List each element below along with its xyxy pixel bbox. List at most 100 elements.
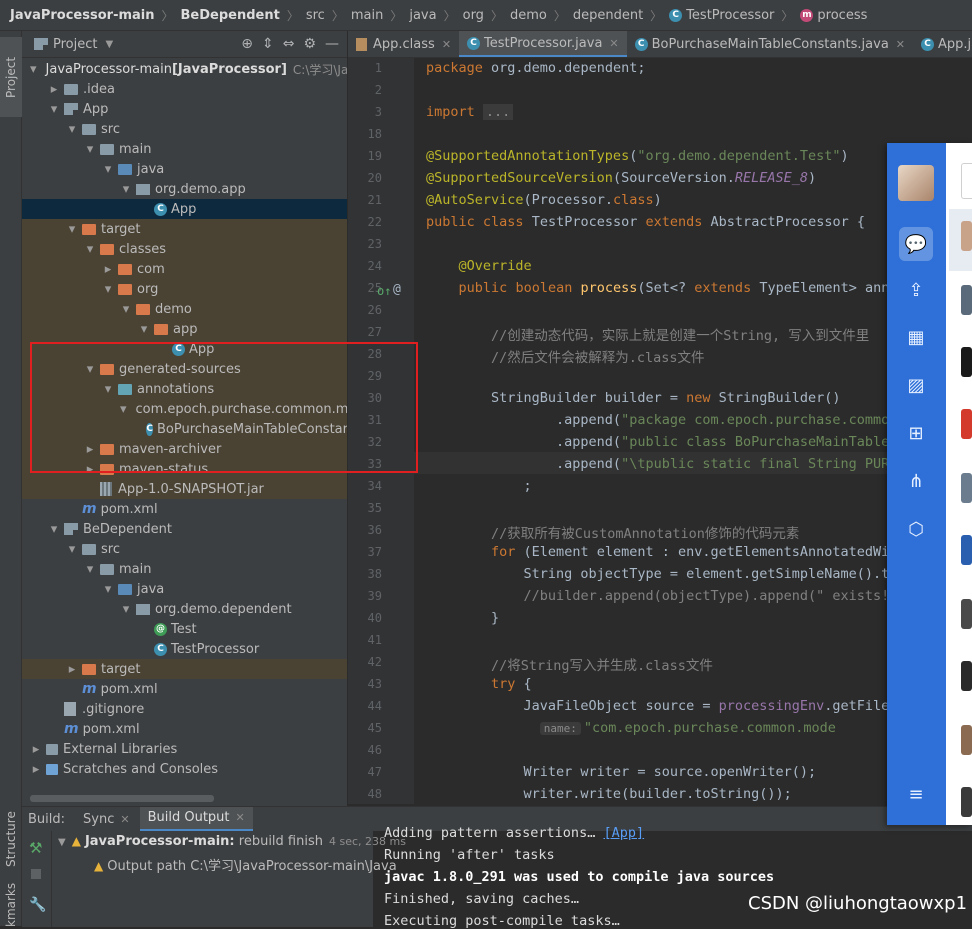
code-line[interactable]: try {: [426, 676, 532, 692]
close-icon[interactable]: ✕: [609, 37, 618, 50]
chevron-down-icon[interactable]: ▾: [84, 142, 96, 157]
chat-avatar[interactable]: [961, 787, 972, 817]
breadcrumb-item[interactable]: BeDependent: [181, 8, 280, 23]
chevron-right-icon[interactable]: ▸: [66, 662, 78, 677]
gear-icon[interactable]: ⚙: [303, 36, 316, 52]
tree-node[interactable]: ▾ target: [22, 219, 347, 239]
tree-node[interactable]: ▾ java: [22, 579, 347, 599]
code-line[interactable]: JavaFileObject source = processingEnv.ge…: [426, 698, 898, 714]
tab-testprocessor-java[interactable]: C TestProcessor.java ✕: [459, 31, 627, 57]
chevron-down-icon[interactable]: ▾: [120, 602, 132, 617]
tab-sync[interactable]: Sync: [83, 812, 114, 827]
tree-node[interactable]: ▸ Scratches and Consoles: [22, 759, 347, 779]
code-line[interactable]: //创建动态代码，实际上就是创建一个String, 写入到文件里: [426, 324, 869, 344]
project-panel-title[interactable]: Project: [53, 37, 97, 52]
chevron-down-icon[interactable]: ▾: [84, 562, 96, 577]
build-task-row[interactable]: ▼ ▲ JavaProcessor-main: rebuild finish 4 se…: [58, 834, 406, 849]
chat-avatar[interactable]: [961, 661, 972, 691]
stop-icon[interactable]: [31, 869, 41, 879]
output-path-row[interactable]: ▲ Output path C:\学习\JavaProcessor-main\Ja…: [94, 855, 397, 874]
chat-avatar[interactable]: [961, 725, 972, 755]
breadcrumb-item[interactable]: C TestProcessor: [669, 8, 774, 23]
breadcrumb-item[interactable]: demo: [510, 8, 547, 23]
chevron-down-icon[interactable]: ▾: [120, 302, 132, 317]
breadcrumb-item[interactable]: org: [463, 8, 484, 23]
avatar[interactable]: [898, 165, 934, 201]
chevron-right-icon[interactable]: ▸: [30, 742, 42, 757]
breadcrumb-item[interactable]: src: [306, 8, 325, 23]
collapse-all-icon[interactable]: ⇔: [283, 36, 295, 52]
chevron-down-icon[interactable]: ▾: [48, 522, 60, 537]
chevron-down-icon[interactable]: ▾: [102, 582, 114, 597]
chat-avatar[interactable]: [961, 473, 972, 503]
project-tool-tab[interactable]: Project: [0, 37, 22, 117]
close-icon[interactable]: ✕: [896, 38, 905, 51]
minimize-icon[interactable]: —: [325, 36, 339, 52]
chat-avatar[interactable]: [961, 599, 972, 629]
tree-node[interactable]: ▾ main: [22, 139, 347, 159]
tree-node[interactable]: ▾ demo: [22, 299, 347, 319]
horizontal-scrollbar[interactable]: [30, 795, 214, 802]
tree-node[interactable]: ▸ target: [22, 659, 347, 679]
tree-node[interactable]: ▸ .idea: [22, 79, 347, 99]
chevron-down-icon[interactable]: ▾: [120, 182, 132, 197]
code-line[interactable]: //builder.append(objectType).append(" ex…: [426, 588, 898, 604]
code-line[interactable]: import ...: [426, 104, 514, 120]
tree-node[interactable]: ▾ classes: [22, 239, 347, 259]
code-line[interactable]: @Override: [426, 258, 532, 274]
chevron-down-icon[interactable]: ▾: [66, 122, 78, 137]
tree-node[interactable]: C TestProcessor: [22, 639, 347, 659]
chevron-right-icon[interactable]: ▸: [30, 762, 42, 777]
override-marker-icon[interactable]: o↑: [377, 284, 391, 298]
code-editor[interactable]: 1 2 3 18 19 20 21 22 23 24 25 26 27 28 29 30 31 32 33 34 35 3…: [348, 58, 972, 804]
chat-avatar[interactable]: [961, 285, 972, 315]
chevron-down-icon[interactable]: ▾: [48, 102, 60, 117]
tab-build-output[interactable]: Build Output ✕: [139, 807, 253, 831]
tree-node[interactable]: ▾ BeDependent: [22, 519, 347, 539]
code-line[interactable]: .append("public class BoPurchaseMainTabl…: [426, 434, 897, 450]
tree-node[interactable]: ▾ java: [22, 159, 347, 179]
tree-node[interactable]: ▾ src: [22, 539, 347, 559]
code-line[interactable]: //将String写入并生成.class文件: [426, 654, 713, 674]
code-line[interactable]: //然后文件会被解释为.class文件: [426, 346, 705, 366]
code-line[interactable]: public class TestProcessor extends Abstr…: [426, 214, 865, 230]
code-line[interactable]: .append("package com.epoch.purchase.comm…: [426, 412, 897, 428]
image-icon[interactable]: ▨: [903, 372, 929, 398]
chevron-down-icon[interactable]: ▾: [84, 242, 96, 257]
tree-node[interactable]: ▾ JavaProcessor-main [JavaProcessor] C:\学习…: [22, 59, 347, 79]
breadcrumb-item[interactable]: main: [351, 8, 383, 23]
close-icon[interactable]: ✕: [442, 38, 451, 51]
chevron-down-icon[interactable]: ▾: [66, 542, 78, 557]
chevron-down-icon[interactable]: ▼: [105, 39, 113, 50]
breadcrumb-item[interactable]: java: [409, 8, 436, 23]
chat-avatar[interactable]: [961, 347, 972, 377]
code-line[interactable]: for (Element element : env.getElementsAn…: [426, 544, 897, 560]
code-line[interactable]: }: [426, 610, 499, 626]
org-chart-icon[interactable]: ⋔: [903, 468, 929, 494]
chevron-down-icon[interactable]: ▼: [58, 837, 66, 848]
code-line[interactable]: StringBuilder builder = new StringBuilde…: [426, 390, 841, 406]
tree-node[interactable]: C App: [22, 199, 347, 219]
code-line[interactable]: @AutoService(Processor.class): [426, 192, 662, 208]
tab-app-java[interactable]: CApp.java: [913, 31, 972, 57]
menu-icon[interactable]: ≡: [903, 781, 929, 807]
code-line[interactable]: .append("\tpublic static final String PU…: [426, 456, 897, 472]
chevron-down-icon[interactable]: ▾: [66, 222, 78, 237]
structure-tool-tab[interactable]: Structure: [0, 799, 22, 879]
apps-icon[interactable]: ⊞: [903, 420, 929, 446]
code-line[interactable]: @SupportedAnnotationTypes("org.demo.depe…: [426, 148, 849, 164]
tree-node[interactable]: ▾ main: [22, 559, 347, 579]
tree-node[interactable]: ▾ org: [22, 279, 347, 299]
hammer-icon[interactable]: ⚒: [29, 839, 42, 857]
code-line[interactable]: name: "com.epoch.purchase.common.mode: [426, 720, 836, 736]
tree-node[interactable]: .gitignore: [22, 699, 347, 719]
expand-all-icon[interactable]: ⇕: [262, 36, 274, 52]
code-line[interactable]: writer.write(builder.toString());: [426, 786, 792, 802]
tree-node[interactable]: ▾ org.demo.app: [22, 179, 347, 199]
tree-node[interactable]: m pom.xml: [22, 499, 347, 519]
code-line[interactable]: ;: [426, 478, 532, 494]
share-icon[interactable]: ⇪: [903, 277, 929, 303]
chevron-down-icon[interactable]: ▾: [102, 162, 114, 177]
tab-bopurchase-java[interactable]: C BoPurchaseMainTableConstants.java ✕: [627, 31, 913, 57]
search-input[interactable]: [961, 163, 972, 199]
